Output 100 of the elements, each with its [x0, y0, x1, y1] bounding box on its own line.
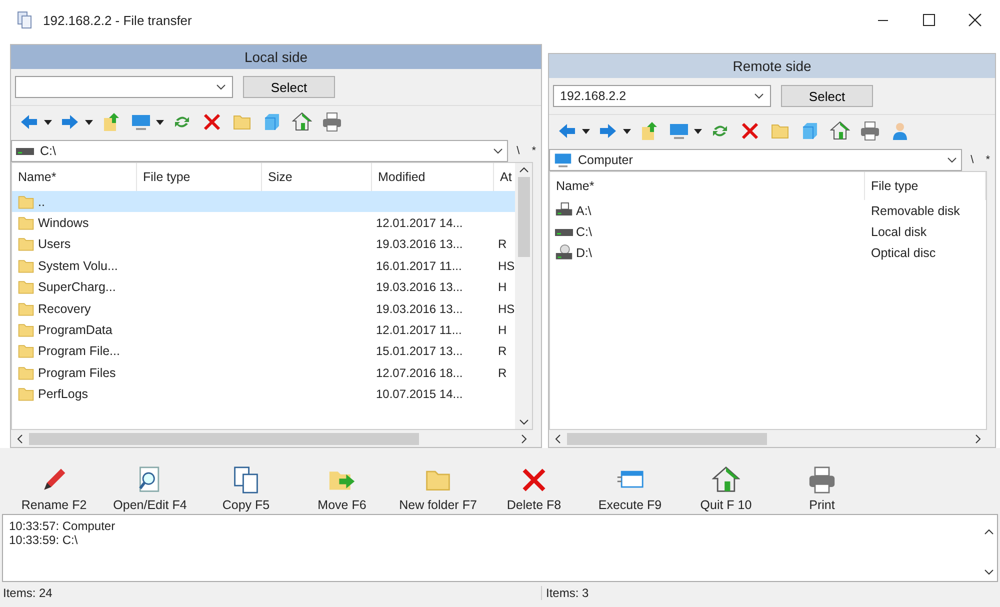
action-button[interactable]: Rename F2	[6, 466, 102, 512]
cube-icon	[800, 121, 820, 141]
folder-icon	[17, 235, 35, 254]
dropdown-caret-icon[interactable]	[694, 128, 702, 134]
column-header[interactable]: File type	[865, 172, 986, 200]
close-button[interactable]	[968, 13, 982, 27]
drive-icon	[16, 148, 34, 154]
status-text: Items: 3	[541, 586, 589, 600]
status-text: Items: 24	[2, 586, 54, 600]
scroll-down-icon[interactable]	[518, 419, 528, 425]
modified-date: 19.03.2016 13...	[375, 237, 464, 252]
action-button[interactable]: Move F6	[294, 466, 390, 512]
folder-icon	[17, 321, 35, 340]
action-button[interactable]: Delete F8	[486, 466, 582, 512]
path-shortcut-button[interactable]: *	[528, 145, 539, 157]
column-header[interactable]: Name*	[550, 172, 865, 200]
file-name: ..	[38, 194, 45, 209]
dropdown-caret-icon[interactable]	[623, 128, 631, 134]
modified-date: 12.01.2017 11...	[375, 323, 463, 338]
dropdown-caret-icon[interactable]	[44, 120, 52, 124]
action-button[interactable]: New folder F7	[390, 466, 486, 512]
dropdown-caret-icon[interactable]	[582, 128, 590, 134]
file-row[interactable]: Recovery 19.03.2016 13... HS	[12, 298, 515, 320]
scroll-thumb[interactable]	[29, 432, 419, 444]
back-arrow-icon	[19, 112, 39, 132]
file-row[interactable]: Program Files 12.07.2016 18... R	[12, 362, 515, 384]
scroll-up-icon[interactable]	[984, 529, 994, 535]
modified-date: 12.01.2017 14...	[375, 216, 464, 230]
scroll-right-icon[interactable]	[521, 434, 527, 444]
chevron-down-icon	[216, 84, 226, 90]
optical-drive-icon	[555, 244, 573, 262]
file-row[interactable]: PerfLogs 10.07.2015 14...	[12, 384, 515, 405]
host-combo-box[interactable]	[15, 76, 233, 98]
drive-name[interactable]: A:\	[576, 204, 592, 218]
vertical-scrollbar[interactable]	[515, 163, 532, 429]
file-row[interactable]: Windows 12.01.2017 14...	[12, 212, 515, 234]
host-combo-box[interactable]: 192.168.2.2	[553, 85, 771, 107]
modified-date: 16.01.2017 11...	[375, 258, 463, 273]
attributes: R	[497, 237, 508, 252]
file-name: ProgramData	[38, 323, 112, 338]
scroll-up-icon[interactable]	[518, 167, 528, 173]
file-name: Windows	[38, 216, 89, 230]
modified-date: 15.01.2017 13...	[375, 344, 464, 358]
monitor-icon	[669, 121, 689, 141]
chevron-down-icon	[946, 157, 957, 163]
modified-date: 12.07.2016 18...	[375, 366, 464, 380]
file-row[interactable]: ..	[12, 191, 515, 212]
scroll-thumb[interactable]	[518, 177, 530, 257]
scroll-left-icon[interactable]	[555, 434, 561, 444]
file-type: Removable disk	[870, 204, 961, 218]
dropdown-caret-icon[interactable]	[85, 120, 93, 124]
person-icon	[890, 121, 910, 141]
folder-icon	[17, 385, 35, 404]
path-shortcut-button[interactable]: *	[982, 154, 993, 166]
attributes: H	[497, 280, 508, 294]
forward-arrow-icon	[60, 112, 80, 132]
action-button[interactable]: Copy F5	[198, 466, 294, 512]
scroll-down-icon[interactable]	[984, 569, 994, 575]
action-button[interactable]: Quit F 10	[678, 466, 774, 512]
action-button[interactable]: Print	[774, 466, 870, 512]
pane-header: Remote side	[549, 54, 995, 78]
delete-cross-icon	[202, 112, 222, 132]
attributes: R	[497, 344, 508, 358]
path-combo-box[interactable]: C:\	[11, 140, 508, 162]
folder-icon	[17, 342, 35, 360]
scroll-left-icon[interactable]	[17, 434, 23, 444]
file-type: Local disk	[870, 225, 928, 240]
dropdown-caret-icon[interactable]	[156, 120, 164, 124]
scroll-thumb[interactable]	[567, 432, 767, 444]
printer-icon	[860, 121, 880, 141]
select-button[interactable]: Select	[243, 76, 335, 98]
action-button[interactable]: Open/Edit F4	[102, 466, 198, 512]
drive-icon	[555, 228, 573, 236]
modified-date: 10.07.2015 14...	[375, 387, 464, 402]
drive-name[interactable]: D:\	[576, 246, 592, 260]
scroll-right-icon[interactable]	[975, 434, 981, 444]
file-row[interactable]: SuperCharg... 19.03.2016 13... H	[12, 276, 515, 298]
path-shortcut-button[interactable]: \	[968, 154, 977, 166]
window-title: 192.168.2.2 - File transfer	[43, 12, 192, 28]
file-row[interactable]: Program File... 15.01.2017 13... R	[12, 340, 515, 362]
folder-up-icon	[639, 121, 659, 141]
back-arrow-icon	[557, 121, 577, 141]
file-name: PerfLogs	[38, 387, 88, 402]
folder-up-icon	[101, 112, 121, 132]
modified-date: 19.03.2016 13...	[375, 302, 464, 316]
toolbar-button[interactable]	[320, 110, 344, 134]
action-button[interactable]: Execute F9	[582, 466, 678, 512]
select-button[interactable]: Select	[781, 85, 873, 107]
file-name: Program File...	[38, 344, 120, 358]
path-shortcut-button[interactable]: \	[514, 145, 523, 157]
house-icon	[292, 112, 312, 132]
file-name: System Volu...	[38, 258, 118, 273]
path-combo-box[interactable]: Computer	[549, 149, 962, 171]
printer-icon	[808, 466, 836, 494]
file-name: Recovery	[38, 302, 91, 316]
toolbar-button[interactable]	[858, 119, 882, 143]
file-row[interactable]: Users 19.03.2016 13... R	[12, 234, 515, 256]
file-row[interactable]: System Volu... 16.01.2017 11... HS	[12, 255, 515, 277]
drive-name[interactable]: C:\	[576, 225, 592, 240]
file-row[interactable]: ProgramData 12.01.2017 11... H	[12, 319, 515, 341]
